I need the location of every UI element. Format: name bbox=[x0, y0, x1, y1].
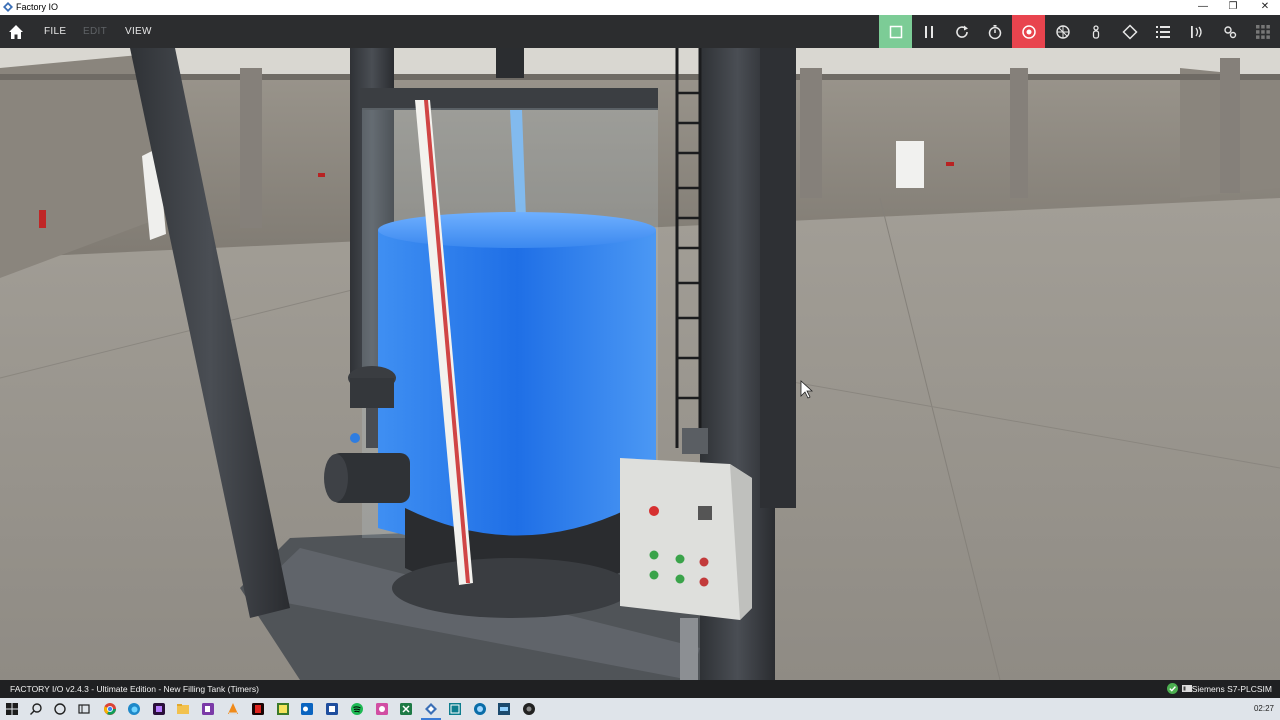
close-button[interactable]: ✕ bbox=[1250, 0, 1280, 15]
excel-icon[interactable] bbox=[399, 702, 413, 716]
plc-driver-icon bbox=[1182, 685, 1192, 692]
simatic-icon[interactable] bbox=[473, 702, 487, 716]
factory-io-icon[interactable] bbox=[424, 702, 438, 716]
first-person-icon bbox=[1092, 24, 1099, 39]
fly-camera-icon bbox=[1055, 24, 1070, 39]
plcsim-icon[interactable] bbox=[497, 702, 511, 716]
premiere-icon[interactable] bbox=[152, 702, 166, 716]
window-title-bar: Factory IO — ❐ ✕ bbox=[0, 0, 1280, 15]
photos-icon[interactable] bbox=[375, 702, 389, 716]
pause-button[interactable] bbox=[912, 15, 945, 48]
minimize-button[interactable]: — bbox=[1188, 0, 1218, 15]
sticky-notes-icon[interactable] bbox=[276, 702, 290, 716]
app-toolbar: FILE EDIT VIEW bbox=[0, 15, 1280, 48]
connection-ok-icon bbox=[1167, 683, 1178, 694]
list-icon bbox=[1155, 25, 1170, 38]
timer-button[interactable] bbox=[978, 15, 1011, 48]
timer-icon bbox=[988, 24, 1001, 39]
task-view-icon[interactable] bbox=[77, 702, 91, 716]
vlc-icon[interactable] bbox=[226, 702, 240, 716]
pause-icon bbox=[924, 25, 933, 38]
search-icon[interactable] bbox=[29, 702, 43, 716]
acrobat-icon[interactable] bbox=[251, 702, 265, 716]
status-bar: FACTORY I/O v2.4.3 - Ultimate Edition - … bbox=[0, 680, 1280, 698]
home-icon[interactable] bbox=[6, 22, 26, 42]
tia-portal-icon[interactable] bbox=[448, 702, 462, 716]
status-driver-name[interactable]: Siemens S7-PLCSIM bbox=[1192, 684, 1272, 694]
play-icon bbox=[889, 25, 902, 38]
cortana-icon[interactable] bbox=[53, 702, 67, 716]
drivers-button[interactable] bbox=[1213, 15, 1246, 48]
scene-render bbox=[0, 48, 1280, 680]
sensors-button[interactable] bbox=[1180, 15, 1213, 48]
camera-orbit-button[interactable] bbox=[1012, 15, 1045, 48]
grid-button[interactable] bbox=[1246, 15, 1279, 48]
onenote-icon[interactable] bbox=[201, 702, 215, 716]
factory-io-app-icon bbox=[3, 2, 13, 12]
spotify-icon[interactable] bbox=[350, 702, 364, 716]
start-icon[interactable] bbox=[5, 702, 19, 716]
play-button[interactable] bbox=[879, 15, 912, 48]
reset-icon bbox=[955, 25, 968, 38]
sensors-icon bbox=[1190, 25, 1202, 38]
obs-icon[interactable] bbox=[522, 702, 536, 716]
camera-orbit-icon bbox=[1021, 24, 1036, 39]
menu-edit[interactable]: EDIT bbox=[83, 15, 107, 48]
status-project-info: FACTORY I/O v2.4.3 - Ultimate Edition - … bbox=[10, 684, 259, 694]
grid-icon bbox=[1255, 24, 1270, 39]
drivers-icon bbox=[1223, 25, 1236, 38]
first-person-button[interactable] bbox=[1079, 15, 1112, 48]
window-title: Factory IO bbox=[16, 2, 59, 12]
fly-camera-button[interactable] bbox=[1046, 15, 1079, 48]
word-icon[interactable] bbox=[325, 702, 339, 716]
windows-taskbar: 02:27 bbox=[0, 698, 1280, 720]
scene-viewport[interactable] bbox=[0, 48, 1280, 680]
selection-icon bbox=[1121, 23, 1138, 40]
taskbar-clock[interactable]: 02:27 bbox=[1254, 704, 1274, 713]
outlook-icon[interactable] bbox=[300, 702, 314, 716]
selection-button[interactable] bbox=[1113, 15, 1146, 48]
edge-icon[interactable] bbox=[127, 702, 141, 716]
file-explorer-icon[interactable] bbox=[176, 702, 190, 716]
list-button[interactable] bbox=[1146, 15, 1179, 48]
menu-view[interactable]: VIEW bbox=[125, 15, 152, 48]
restore-button[interactable]: ❐ bbox=[1218, 0, 1248, 15]
reset-button[interactable] bbox=[945, 15, 978, 48]
menu-file[interactable]: FILE bbox=[44, 15, 66, 48]
chrome-icon[interactable] bbox=[103, 702, 117, 716]
